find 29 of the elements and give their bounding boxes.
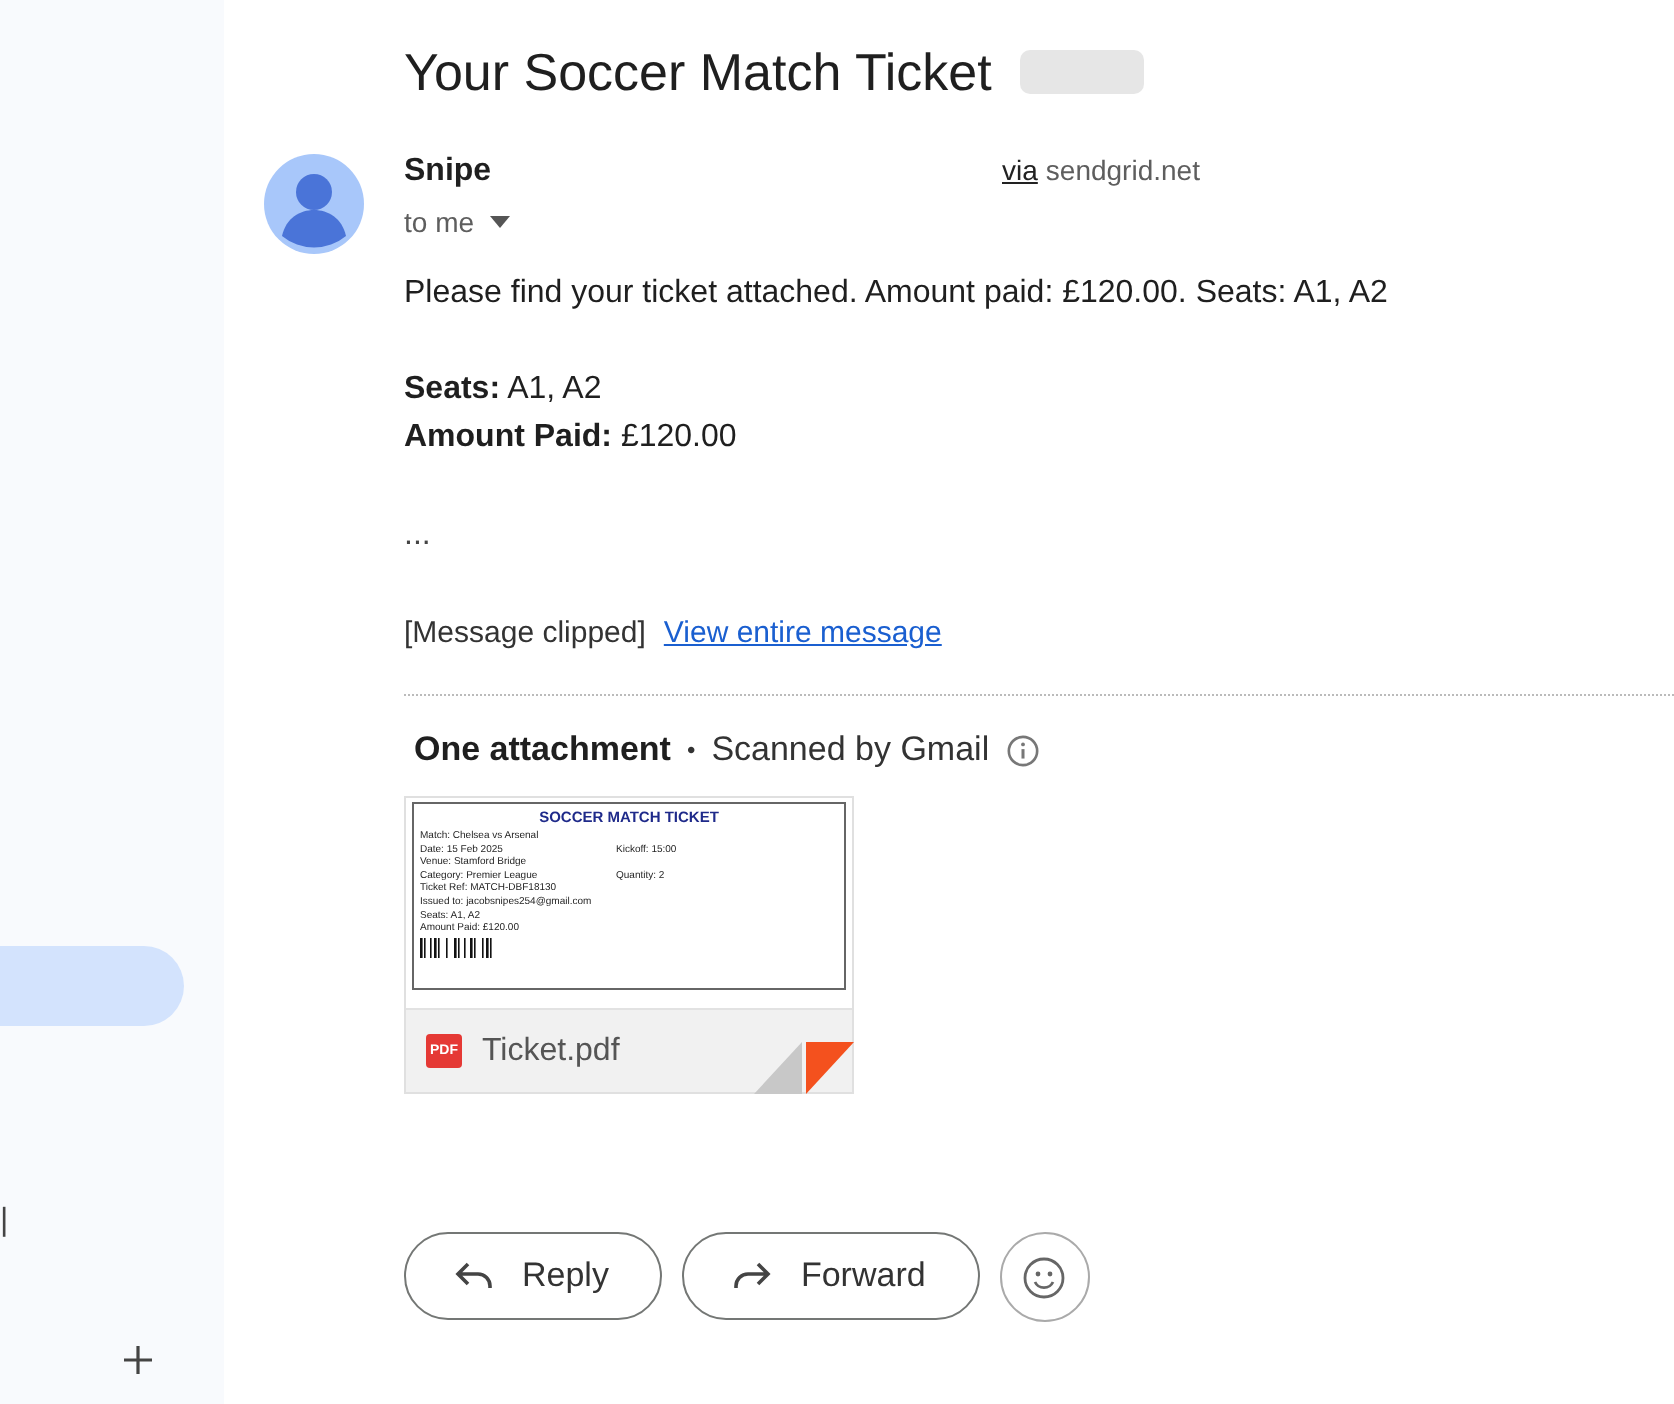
sender-domain: sendgrid.net	[1045, 154, 1200, 186]
avatar-icon	[264, 154, 364, 254]
emoji-button[interactable]	[999, 1232, 1090, 1322]
reply-icon	[454, 1260, 494, 1292]
reply-button[interactable]: Reply	[404, 1232, 663, 1320]
separator-dot: •	[686, 736, 696, 764]
sidebar-text: |	[0, 1204, 9, 1240]
ellipsis-text: ...	[404, 516, 433, 556]
clipped-note: [Message clipped]	[404, 614, 646, 654]
attachment-card[interactable]	[404, 796, 854, 1094]
via-link[interactable]: via	[1002, 154, 1038, 186]
info-icon[interactable]	[1005, 733, 1040, 767]
body-text: Please find your ticket attached. Amount paid: £120.00. Seats: A1, A2	[404, 274, 1390, 314]
caret-icon	[490, 216, 511, 228]
forward-button[interactable]: Forward	[682, 1232, 980, 1320]
sender-name: Snipe	[404, 154, 494, 190]
recipient-dropdown[interactable]: to me	[404, 206, 511, 238]
page-corner-icon	[754, 1042, 854, 1094]
view-message-link[interactable]: View entire message	[663, 610, 942, 658]
smiley-icon	[1022, 1255, 1067, 1299]
file-name: Ticket.pdf	[482, 1033, 620, 1069]
body-field: Amount Paid: £120.00	[404, 414, 1674, 462]
add-icon[interactable]	[122, 1344, 154, 1376]
body-field: Seats: A1, A2	[404, 366, 1674, 414]
email-subject: Your Soccer Match Ticket	[404, 41, 992, 103]
label-chip	[1019, 50, 1144, 94]
forward-icon	[732, 1260, 773, 1292]
attachment-title: One attachment	[414, 730, 671, 770]
scan-note: Scanned by Gmail	[711, 730, 990, 770]
